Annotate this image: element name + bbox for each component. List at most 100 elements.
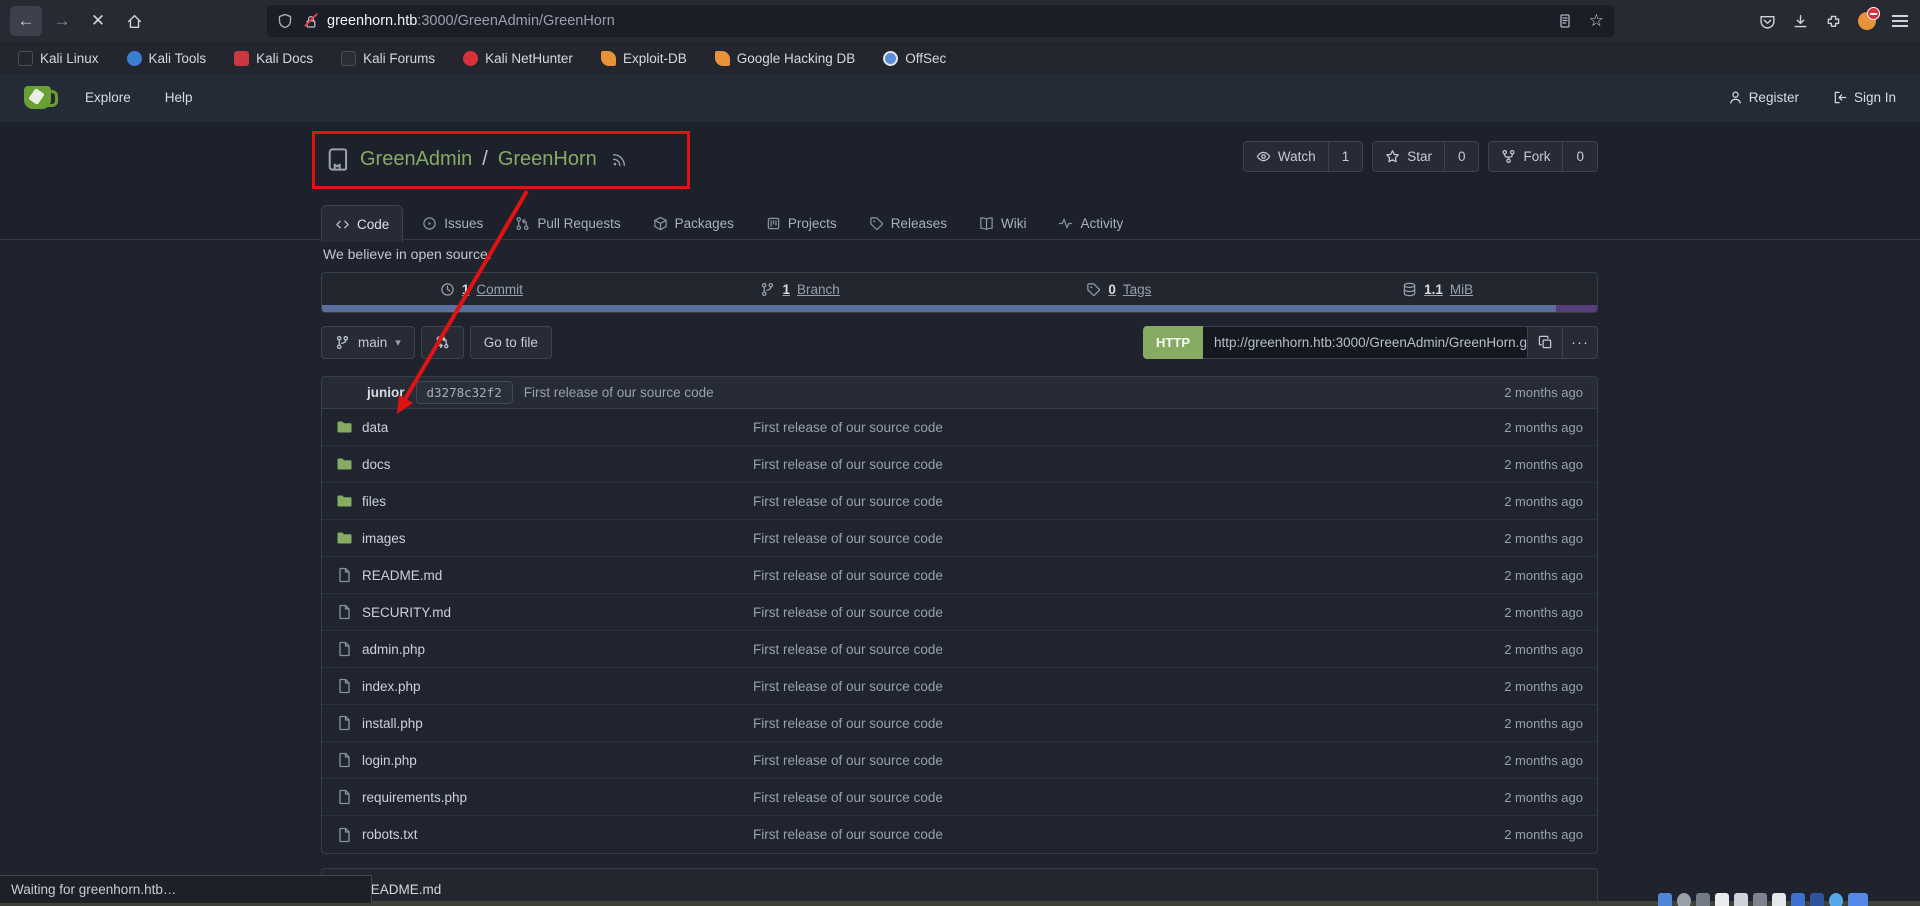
bookmark-kali-tools[interactable]: Kali Tools — [127, 51, 207, 66]
file-commit-message[interactable]: First release of our source code — [753, 457, 1504, 472]
tray-icon[interactable] — [1696, 893, 1710, 906]
nav-help[interactable]: Help — [165, 90, 193, 105]
home-icon — [126, 13, 143, 30]
pull-request-icon — [515, 216, 530, 231]
file-date: 2 months ago — [1504, 642, 1583, 657]
stat-branches[interactable]: 1Branch — [641, 273, 960, 305]
tray-icon[interactable] — [1772, 893, 1786, 906]
bookmark-google-hacking-db[interactable]: Google Hacking DB — [715, 51, 856, 66]
file-commit-message[interactable]: First release of our source code — [753, 494, 1504, 509]
latest-commit-row: junior d3278c32f2 First release of our s… — [322, 377, 1597, 409]
nav-explore[interactable]: Explore — [85, 90, 131, 105]
fork-count[interactable]: 0 — [1562, 142, 1597, 171]
stop-button[interactable]: ✕ — [82, 6, 114, 36]
tray-icon[interactable] — [1753, 893, 1767, 906]
bookmark-kali-forums[interactable]: Kali Forums — [341, 51, 435, 66]
pocket-icon[interactable] — [1759, 13, 1776, 30]
star-count[interactable]: 0 — [1444, 142, 1479, 171]
clone-more-button[interactable]: ··· — [1563, 326, 1598, 359]
tab-code[interactable]: Code — [321, 205, 403, 242]
stat-size[interactable]: 1.1MiB — [1278, 273, 1597, 305]
file-link[interactable]: data — [362, 420, 388, 435]
tray-icon[interactable] — [1810, 893, 1824, 906]
tab-packages[interactable]: Packages — [640, 205, 747, 241]
tab-issues[interactable]: Issues — [409, 205, 496, 241]
file-link[interactable]: README.md — [362, 568, 442, 583]
file-commit-message[interactable]: First release of our source code — [753, 605, 1504, 620]
fork-button[interactable]: Fork — [1489, 142, 1562, 171]
commit-message-link[interactable]: First release of our source code — [524, 385, 714, 400]
file-commit-message[interactable]: First release of our source code — [753, 679, 1504, 694]
file-commit-message[interactable]: First release of our source code — [753, 642, 1504, 657]
tray-icon[interactable] — [1791, 893, 1805, 906]
tray-icon[interactable] — [1715, 893, 1729, 906]
file-link[interactable]: images — [362, 531, 406, 546]
google-hacking-db-favicon — [715, 51, 730, 66]
bookmark-kali-nethunter[interactable]: Kali NetHunter — [463, 51, 573, 66]
watch-count[interactable]: 1 — [1328, 142, 1363, 171]
shield-icon[interactable] — [277, 13, 293, 29]
file-link[interactable]: login.php — [362, 753, 417, 768]
home-button[interactable] — [118, 6, 150, 36]
extensions-icon[interactable] — [1825, 13, 1842, 30]
stat-commits[interactable]: 1Commit — [322, 273, 641, 305]
bookmark-star-icon[interactable]: ☆ — [1589, 11, 1604, 31]
language-segment-php — [322, 305, 1556, 313]
tray-icon[interactable] — [1734, 893, 1748, 906]
file-link[interactable]: requirements.php — [362, 790, 467, 805]
forward-button[interactable]: → — [46, 6, 78, 36]
file-commit-message[interactable]: First release of our source code — [753, 531, 1504, 546]
clone-url-input[interactable]: http://greenhorn.htb:3000/GreenAdmin/Gre… — [1203, 326, 1528, 359]
branch-selector[interactable]: main ▾ — [321, 326, 415, 359]
tab-releases[interactable]: Releases — [856, 205, 960, 241]
tab-pull-requests[interactable]: Pull Requests — [502, 205, 633, 241]
file-link[interactable]: files — [362, 494, 386, 509]
copy-url-button[interactable] — [1528, 326, 1563, 359]
url-bar[interactable]: greenhorn.htb:3000/GreenAdmin/GreenHorn … — [267, 5, 1614, 37]
file-link[interactable]: install.php — [362, 716, 423, 731]
compare-button[interactable] — [421, 326, 464, 359]
tray-icon[interactable] — [1848, 893, 1868, 906]
file-commit-message[interactable]: First release of our source code — [753, 827, 1504, 842]
bookmark-kali-docs[interactable]: Kali Docs — [234, 51, 313, 66]
file-commit-message[interactable]: First release of our source code — [753, 753, 1504, 768]
file-link[interactable]: index.php — [362, 679, 421, 694]
file-link[interactable]: robots.txt — [362, 827, 418, 842]
proxy-extension-icon[interactable] — [1858, 12, 1876, 30]
tab-projects[interactable]: Projects — [753, 205, 850, 241]
tray-icon[interactable] — [1829, 893, 1843, 906]
commit-author-link[interactable]: junior — [367, 385, 405, 400]
tab-wiki[interactable]: Wiki — [966, 205, 1040, 241]
commit-hash-link[interactable]: d3278c32f2 — [416, 381, 513, 404]
go-to-file-button[interactable]: Go to file — [470, 326, 552, 359]
downloads-icon[interactable] — [1792, 13, 1809, 30]
tray-icon[interactable] — [1677, 893, 1691, 906]
stat-tags[interactable]: 0Tags — [960, 273, 1279, 305]
bookmarks-bar: Kali Linux Kali Tools Kali Docs Kali For… — [0, 42, 1920, 74]
back-button[interactable]: ← — [10, 6, 42, 36]
bookmark-exploit-db[interactable]: Exploit-DB — [601, 51, 687, 66]
file-date: 2 months ago — [1504, 420, 1583, 435]
bookmark-offsec[interactable]: OffSec — [883, 51, 946, 66]
file-commit-message[interactable]: First release of our source code — [753, 420, 1504, 435]
bookmark-kali-linux[interactable]: Kali Linux — [18, 51, 99, 66]
nav-sign-in[interactable]: Sign In — [1833, 90, 1896, 105]
clone-protocol-button[interactable]: HTTP — [1143, 326, 1203, 359]
gitea-logo-icon[interactable] — [24, 86, 51, 109]
star-button[interactable]: Star — [1373, 142, 1444, 171]
file-link[interactable]: admin.php — [362, 642, 425, 657]
file-link[interactable]: SECURITY.md — [362, 605, 451, 620]
file-commit-message[interactable]: First release of our source code — [753, 568, 1504, 583]
watch-button[interactable]: Watch — [1244, 142, 1328, 171]
menu-icon[interactable] — [1892, 15, 1908, 27]
language-bar[interactable] — [322, 305, 1597, 313]
file-link[interactable]: docs — [362, 457, 391, 472]
nav-register[interactable]: Register — [1728, 90, 1799, 105]
tab-activity[interactable]: Activity — [1045, 205, 1136, 241]
reader-view-icon[interactable] — [1557, 13, 1573, 29]
tray-icon[interactable] — [1658, 893, 1672, 906]
file-commit-message[interactable]: First release of our source code — [753, 716, 1504, 731]
branch-row: main ▾ Go to file HTTP http://greenhorn.… — [321, 326, 1598, 360]
insecure-lock-icon[interactable] — [303, 12, 319, 29]
file-commit-message[interactable]: First release of our source code — [753, 790, 1504, 805]
